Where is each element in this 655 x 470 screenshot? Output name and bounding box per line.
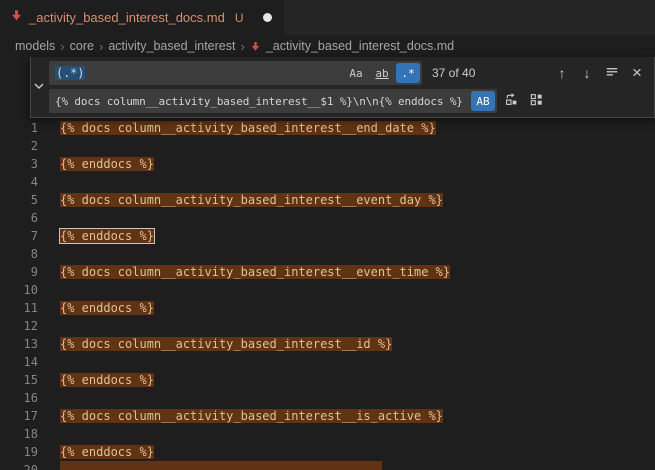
line-number: 2 [0, 137, 38, 155]
breadcrumb-item-file[interactable]: _activity_based_interest_docs.md [266, 39, 454, 53]
editor-line[interactable]: 20 [0, 461, 655, 470]
editor-line[interactable]: 18 [0, 425, 655, 443]
editor-line[interactable]: 5 {% docs column__activity_based_interes… [0, 191, 655, 209]
breadcrumb: models › core › activity_based_interest … [0, 35, 655, 57]
tab-filename: _activity_based_interest_docs.md [29, 10, 225, 25]
line-number: 7 [0, 227, 38, 245]
line-text[interactable]: {% docs column__activity_based_interest_… [60, 121, 436, 135]
close-button[interactable]: × [626, 62, 648, 84]
line-number: 13 [0, 335, 38, 353]
whole-word-button[interactable]: ab [370, 63, 394, 83]
line-text[interactable]: {% enddocs %} [60, 373, 154, 387]
replace-input[interactable]: {% docs column__activity_based_interest_… [49, 89, 497, 113]
chevron-down-icon [34, 78, 44, 96]
replace-all-icon [529, 92, 544, 110]
line-text[interactable]: {% docs column__activity_based_interest_… [60, 265, 450, 279]
vscode-window: { "tab": { "filename": "_activity_based_… [0, 0, 655, 470]
find-in-selection-button[interactable] [601, 62, 623, 84]
line-number: 17 [0, 407, 38, 425]
chevron-right-icon: › [99, 39, 103, 54]
editor-line[interactable]: 6 [0, 209, 655, 227]
line-text[interactable]: {% enddocs %} [60, 229, 154, 243]
line-number: 4 [0, 173, 38, 191]
line-text[interactable]: {% enddocs %} [60, 157, 154, 171]
editor-line[interactable]: 14 [0, 353, 655, 371]
editor-line[interactable]: 15 {% enddocs %} [0, 371, 655, 389]
editor-line[interactable]: 10 [0, 281, 655, 299]
match-case-button[interactable]: Aa [344, 63, 368, 83]
git-status-badge: U [235, 11, 244, 25]
results-count: 37 of 40 [432, 66, 475, 80]
editor-line[interactable]: 9 {% docs column__activity_based_interes… [0, 263, 655, 281]
editor-line[interactable]: 8 [0, 245, 655, 263]
chevron-right-icon: › [60, 39, 64, 54]
line-text[interactable] [60, 461, 382, 470]
next-match-button[interactable]: ↓ [576, 62, 598, 84]
breadcrumb-item-core[interactable]: core [70, 39, 94, 53]
markdown-file-icon [10, 9, 23, 27]
line-text[interactable]: {% docs column__activity_based_interest_… [60, 409, 443, 423]
regex-button[interactable]: .* [396, 63, 420, 83]
line-number: 19 [0, 443, 38, 461]
chevron-right-icon: › [240, 39, 244, 54]
replace-row: {% docs column__activity_based_interest_… [49, 89, 648, 113]
editor-line[interactable]: 11 {% enddocs %} [0, 299, 655, 317]
line-number: 6 [0, 209, 38, 227]
editor-line[interactable]: 16 [0, 389, 655, 407]
markdown-file-icon [250, 41, 261, 52]
editor-line[interactable]: 3 {% enddocs %} [0, 155, 655, 173]
find-input[interactable]: (.*) Aa ab .* [49, 61, 422, 85]
breadcrumb-item-activity-based-interest[interactable]: activity_based_interest [108, 39, 235, 53]
tab-bar: _activity_based_interest_docs.md U [0, 0, 655, 35]
unsaved-changes-dot[interactable] [263, 13, 272, 22]
editor-line[interactable]: 2 [0, 137, 655, 155]
find-in-selection-icon [605, 65, 619, 82]
line-number: 18 [0, 425, 38, 443]
replace-all-button[interactable] [525, 90, 547, 112]
line-number: 5 [0, 191, 38, 209]
line-text[interactable]: {% enddocs %} [60, 445, 154, 459]
editor-line[interactable]: 19 {% enddocs %} [0, 443, 655, 461]
previous-match-button[interactable]: ↑ [551, 62, 573, 84]
editor-line[interactable]: 17 {% docs column__activity_based_intere… [0, 407, 655, 425]
line-text[interactable]: {% docs column__activity_based_interest_… [60, 193, 443, 207]
line-number: 11 [0, 299, 38, 317]
line-number: 1 [0, 119, 38, 137]
line-text[interactable]: {% enddocs %} [60, 301, 154, 315]
line-number: 12 [0, 317, 38, 335]
breadcrumb-item-models[interactable]: models [15, 39, 55, 53]
line-number: 8 [0, 245, 38, 263]
editor-line[interactable]: 12 [0, 317, 655, 335]
editor-lines: 1 {% docs column__activity_based_interes… [0, 57, 655, 470]
preserve-case-button[interactable]: AB [471, 91, 495, 111]
line-text[interactable]: {% docs column__activity_based_interest_… [60, 337, 392, 351]
find-widget: (.*) Aa ab .* 37 of 40 ↑ ↓ × {% docs col… [30, 57, 655, 118]
line-number: 20 [0, 461, 38, 470]
line-number: 16 [0, 389, 38, 407]
find-query: (.*) [55, 66, 85, 80]
line-number: 15 [0, 371, 38, 389]
editor[interactable]: 1 {% docs column__activity_based_interes… [0, 57, 655, 470]
editor-line[interactable]: 4 [0, 173, 655, 191]
replace-button[interactable] [500, 90, 522, 112]
editor-line[interactable]: 1 {% docs column__activity_based_interes… [0, 119, 655, 137]
editor-tab[interactable]: _activity_based_interest_docs.md U [0, 0, 285, 35]
toggle-replace-button[interactable] [31, 57, 47, 117]
editor-line[interactable]: 13 {% docs column__activity_based_intere… [0, 335, 655, 353]
replace-value: {% docs column__activity_based_interest_… [55, 95, 469, 108]
find-row: (.*) Aa ab .* 37 of 40 ↑ ↓ × [49, 61, 648, 85]
line-number: 9 [0, 263, 38, 281]
line-number: 14 [0, 353, 38, 371]
line-number: 10 [0, 281, 38, 299]
editor-line[interactable]: 7 {% enddocs %} [0, 227, 655, 245]
replace-icon [504, 92, 519, 110]
line-number: 3 [0, 155, 38, 173]
